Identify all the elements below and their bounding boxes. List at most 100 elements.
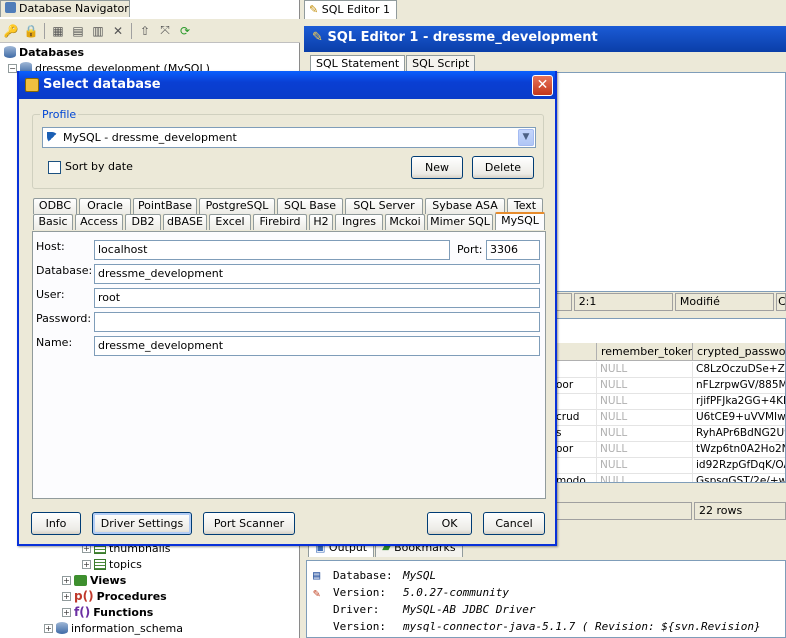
grid-cell-prefix[interactable]: oor [553,442,597,457]
grid-cell-crypted-password[interactable]: GspsqGST/2e/+wUt [693,474,785,482]
grid-cell-crypted-password[interactable]: U6tCE9+uVVMIwgQ [693,410,785,425]
tab-pointbase[interactable]: PointBase [133,198,197,214]
disconnect-icon[interactable]: 🔒 [22,22,40,40]
tab-mimer-sql[interactable]: Mimer SQL [427,214,493,230]
tree-item-information-schema[interactable]: + information_schema [44,620,183,636]
tab-postgresql[interactable]: PostgreSQL [199,198,275,214]
expand-icon[interactable]: + [62,591,71,601]
grid-cell-remember-token[interactable]: NULL [597,458,693,473]
grid-cell-prefix[interactable]: crud [553,410,597,425]
port-field[interactable]: 3306 [486,240,540,260]
tab-basic[interactable]: Basic [33,214,73,230]
output-line: Driver: MySQL-AB JDBC Driver [333,603,535,616]
collapse-icon[interactable]: − [8,63,17,73]
expand-icon[interactable]: + [62,575,71,585]
properties-icon[interactable]: ▥ [89,22,107,40]
grid-cell-crypted-password[interactable]: nFLzrpwGV/885MUf [693,378,785,393]
tab-odbc[interactable]: ODBC [33,198,77,214]
cancel-button[interactable]: Cancel [483,512,545,535]
table-icon[interactable]: ▦ [49,22,67,40]
grid-cell-prefix[interactable] [553,394,597,409]
tree-item-views[interactable]: + Views [62,572,126,588]
tab-h2[interactable]: H2 [309,214,333,230]
grid-cell-crypted-password[interactable]: tWzp6tn0A2Ho2NO [693,442,785,457]
tab-sql-server[interactable]: SQL Server [345,198,423,214]
column-header-remember-token[interactable]: remember_token [597,343,693,361]
save-icon[interactable]: ▤ [313,568,326,582]
grid-cell-prefix[interactable] [553,458,597,473]
grid-cell-remember-token[interactable]: NULL [597,442,693,457]
grid-cell-remember-token[interactable]: NULL [597,474,693,482]
connect-icon[interactable]: 🔑 [2,22,20,40]
tab-sybase-asa[interactable]: Sybase ASA [425,198,505,214]
driver-settings-button[interactable]: Driver Settings [92,512,192,535]
new-button[interactable]: New [411,156,463,179]
tab-dbase[interactable]: dBASE [163,214,207,230]
tab-firebird[interactable]: Firebird [253,214,307,230]
up-arrow-icon[interactable]: ⇧ [136,22,154,40]
port-label: Port: [457,243,483,256]
grid-cell-crypted-password[interactable]: rjifPFJka2GG+4KEY [693,394,785,409]
grid-cell-remember-token[interactable]: NULL [597,394,693,409]
expand-icon[interactable]: + [44,623,53,633]
tree-item-functions[interactable]: + f() Functions [62,604,153,620]
name-field[interactable]: dressme_development [94,336,540,356]
grid-icon[interactable]: ▤ [69,22,87,40]
tree-item-procedures[interactable]: + p() Procedures [62,588,167,604]
delete-button[interactable]: Delete [472,156,534,179]
delete-icon[interactable]: ✕ [109,22,127,40]
tab-mckoi[interactable]: Mckoi [385,214,425,230]
profile-select[interactable]: MySQL - dressme_development ▼ [42,127,536,148]
dialog-title-bar[interactable]: Select database [19,71,555,99]
output-key: Version: [333,620,386,633]
tab-ingres[interactable]: Ingres [335,214,383,230]
grid-cell-remember-token[interactable]: NULL [597,410,693,425]
tab-access[interactable]: Access [75,214,123,230]
output-key: Version: [333,586,386,599]
ok-button[interactable]: OK [427,512,472,535]
tree-item-topics[interactable]: + topics [82,556,142,572]
password-label: Password: [36,312,92,325]
procedure-icon: p() [74,589,94,603]
tab-mysql[interactable]: MySQL [495,212,545,230]
grid-cell-crypted-password[interactable]: C8LzOczuDSe+ZM5 [693,362,785,377]
output-console[interactable]: ▤ ✎ Database: MySQL Version: 5.0.27-commun… [306,560,786,638]
column-header-crypted-password[interactable]: crypted_password [693,343,785,361]
grid-cell-remember-token[interactable]: NULL [597,378,693,393]
tree-root-databases[interactable]: Databases [4,44,84,60]
grid-cell-prefix[interactable]: oor [553,378,597,393]
close-button[interactable]: ✕ [532,75,553,96]
tab-oracle[interactable]: Oracle [79,198,131,214]
grid-cell-prefix[interactable] [553,362,597,377]
tab-sql-base[interactable]: SQL Base [277,198,343,214]
mysql-dolphin-icon [47,132,58,143]
views-folder-icon [74,574,87,586]
tab-db2[interactable]: DB2 [125,214,161,230]
collapse-icon[interactable]: ⤧ [156,22,174,40]
user-field[interactable]: root [94,288,540,308]
expand-icon[interactable]: + [62,607,71,617]
port-scanner-button[interactable]: Port Scanner [203,512,295,535]
refresh-icon[interactable]: ⟳ [176,22,194,40]
clear-icon[interactable]: ✎ [313,586,326,600]
expand-icon[interactable]: + [82,559,91,569]
tab-sql-script[interactable]: SQL Script [406,55,476,72]
grid-cell-crypted-password[interactable]: id92RzpGfDqK/OA1 [693,458,785,473]
database-navigator-tab[interactable]: Database Navigator [0,0,130,17]
tab-excel[interactable]: Excel [209,214,251,230]
grid-cell-crypted-password[interactable]: RyhAPr6BdNG2U9N [693,426,785,441]
chevron-down-icon[interactable]: ▼ [518,129,534,146]
sort-by-date-checkbox[interactable] [48,161,61,174]
database-field[interactable]: dressme_development [94,264,540,284]
grid-cell-prefix[interactable]: s [553,426,597,441]
databases-icon [4,46,16,58]
grid-cell-remember-token[interactable]: NULL [597,426,693,441]
grid-cell-remember-token[interactable]: NULL [597,362,693,377]
password-field[interactable] [94,312,540,332]
host-field[interactable]: localhost [94,240,450,260]
pencil-icon: ✎ [309,3,319,16]
sql-editor-tab[interactable]: ✎ SQL Editor 1 [304,0,397,19]
info-button[interactable]: Info [31,512,81,535]
sort-by-date-label[interactable]: Sort by date [65,160,133,173]
grid-cell-prefix[interactable]: modo [553,474,597,482]
